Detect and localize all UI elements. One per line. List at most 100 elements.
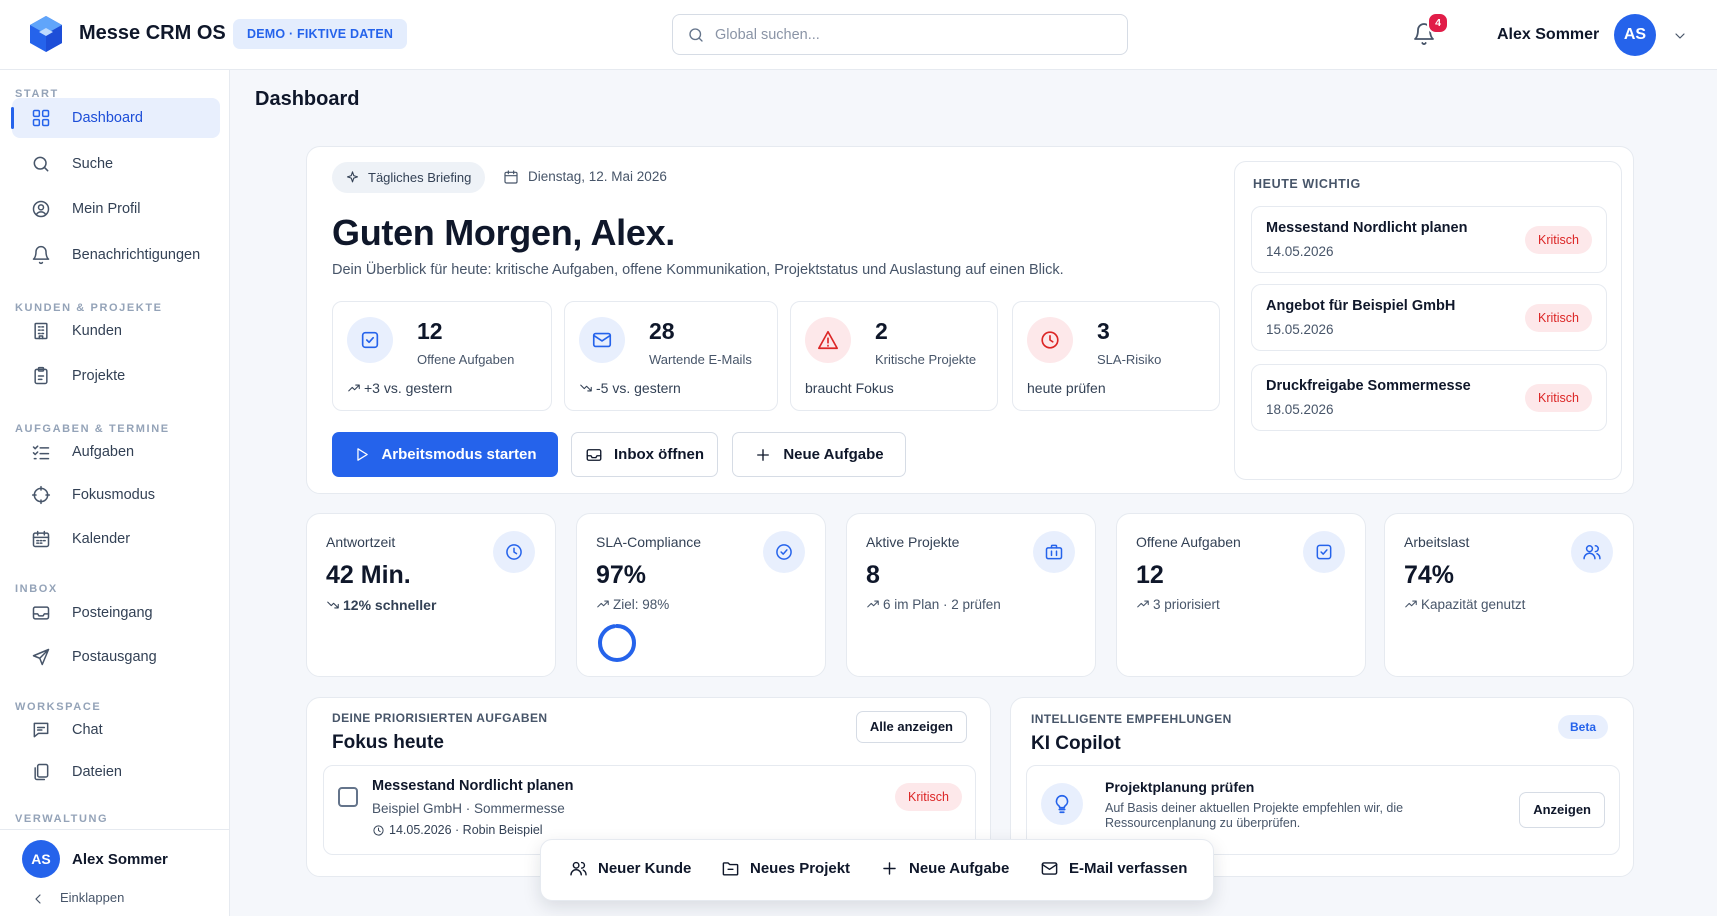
important-item-title: Angebot für Beispiel GmbH (1266, 298, 1456, 314)
sidebar-item-label: Posteingang (72, 605, 153, 621)
trend-down-icon (580, 384, 592, 392)
button-label: Neue Aufgabe (783, 446, 884, 463)
panel-heading: INTELLIGENTE EMPFEHLUNGEN (1031, 712, 1232, 726)
sidebar-item-inbox[interactable]: Posteingang (12, 593, 220, 633)
task-meta-text: 14.05.2026 · Robin Beispiel (389, 823, 543, 837)
sidebar-item-customers[interactable]: Kunden (12, 311, 220, 351)
sidebar-item-focus-mode[interactable]: Fokusmodus (12, 475, 220, 515)
new-task-quick-button[interactable]: Neue Aufgabe (880, 859, 1009, 878)
metric-response-time[interactable]: Antwortzeit 42 Min. 12% schneller (306, 513, 556, 677)
metric-footer: Kapazität genutzt (1404, 597, 1525, 612)
stat-label: SLA-Risiko (1097, 352, 1162, 367)
sidebar-item-label: Mein Profil (72, 201, 141, 217)
metric-workload[interactable]: Arbeitslast 74% Kapazität genutzt (1384, 513, 1634, 677)
search-input[interactable] (715, 15, 1115, 54)
start-work-mode-button[interactable]: Arbeitsmodus starten (332, 432, 558, 477)
sidebar-item-profile[interactable]: Mein Profil (12, 189, 220, 229)
daily-briefing-chip: Tägliches Briefing (332, 162, 486, 193)
sidebar-item-tasks[interactable]: Aufgaben (12, 432, 220, 472)
open-inbox-button[interactable]: Inbox öffnen (571, 432, 718, 477)
user-avatar[interactable]: AS (1614, 14, 1656, 56)
clock-icon (373, 825, 384, 836)
new-customer-button[interactable]: Neuer Kunde (569, 859, 691, 878)
sidebar-item-label: Fokusmodus (72, 487, 156, 503)
sidebar-item-projects[interactable]: Projekte (12, 356, 220, 396)
important-item-date: 14.05.2026 (1266, 244, 1334, 259)
new-project-button[interactable]: Neues Projekt (721, 859, 850, 878)
stat-value: 2 (875, 318, 888, 344)
bell-icon (32, 245, 50, 265)
sidebar-user-name[interactable]: Alex Sommer (72, 851, 168, 868)
stat-value: 28 (649, 318, 675, 344)
quick-action-label: Neuer Kunde (598, 860, 692, 877)
stat-waiting-emails[interactable]: 28 Wartende E-Mails -5 vs. gestern (564, 301, 778, 411)
show-recommendation-button[interactable]: Anzeigen (1519, 792, 1605, 828)
panel-title: Fokus heute (332, 732, 444, 753)
target-icon (31, 485, 51, 505)
checkbox-icon (347, 317, 393, 363)
trend-up-icon (597, 600, 609, 608)
list-check-icon (32, 445, 50, 460)
folder-icon (722, 862, 739, 876)
metric-footer-text: Kapazität genutzt (1421, 597, 1526, 612)
date-text: Dienstag, 12. Mai 2026 (528, 169, 667, 184)
metric-footer-text: 3 priorisiert (1153, 597, 1220, 612)
stat-sla-risk[interactable]: 3 SLA-Risiko heute prüfen (1012, 301, 1220, 411)
metric-footer-text: Ziel: 98% (613, 597, 670, 612)
metric-value: 97% (596, 561, 647, 589)
metric-open-tasks[interactable]: Offene Aufgaben 12 3 priorisiert (1116, 513, 1366, 677)
metric-footer: Ziel: 98% (596, 597, 669, 612)
new-task-button[interactable]: Neue Aufgabe (732, 432, 906, 477)
stat-footer-text: heute prüfen (1027, 380, 1106, 396)
sidebar-item-calendar[interactable]: Kalender (12, 519, 220, 559)
sparkle-icon (346, 171, 359, 183)
sidebar-item-dashboard[interactable]: Dashboard (11, 98, 220, 138)
sidebar-item-search[interactable]: Suche (12, 144, 220, 184)
plus-icon (757, 448, 770, 461)
greeting-heading: Guten Morgen, Alex. (332, 212, 675, 253)
page-title: Dashboard (255, 88, 360, 110)
important-item[interactable]: Angebot für Beispiel GmbH 15.05.2026 Kri… (1251, 284, 1607, 351)
metric-sla-compliance[interactable]: SLA-Compliance 97% Ziel: 98% (576, 513, 826, 677)
recommendation-title: Projektplanung prüfen (1105, 779, 1255, 795)
trend-up-icon (867, 600, 879, 608)
important-item[interactable]: Messestand Nordlicht planen 14.05.2026 K… (1251, 206, 1607, 273)
chevron-down-icon[interactable] (1672, 28, 1688, 44)
show-all-button[interactable]: Alle anzeigen (855, 711, 967, 743)
important-item-date: 15.05.2026 (1266, 322, 1334, 337)
quick-action-label: Neue Aufgabe (909, 860, 1010, 877)
app-logo-icon[interactable] (26, 14, 66, 54)
metric-active-projects[interactable]: Aktive Projekte 8 6 im Plan · 2 prüfen (846, 513, 1096, 677)
important-item-date: 18.05.2026 (1266, 402, 1334, 417)
play-icon (357, 448, 369, 461)
metric-title: Antwortzeit (326, 534, 396, 550)
sidebar-item-chat[interactable]: Chat (12, 710, 220, 750)
important-today-panel: HEUTE WICHTIG Messestand Nordlicht plane… (1234, 161, 1622, 480)
metric-footer: 12% schneller (326, 597, 436, 613)
stat-open-tasks[interactable]: 12 Offene Aufgaben +3 vs. gestern (332, 301, 552, 411)
sidebar-item-label: Projekte (72, 368, 126, 384)
compose-email-button[interactable]: E-Mail verfassen (1040, 859, 1187, 878)
notification-count-badge: 4 (1427, 12, 1449, 34)
briefcase-icon (1033, 531, 1075, 573)
header-user-name[interactable]: Alex Sommer (1497, 26, 1599, 44)
global-search[interactable] (672, 14, 1128, 55)
metric-footer: 3 priorisiert (1136, 597, 1220, 612)
metric-title: SLA-Compliance (596, 534, 702, 550)
sidebar-item-label: Dateien (72, 764, 122, 780)
task-checkbox[interactable] (338, 787, 358, 807)
sidebar-item-label: Postausgang (72, 649, 157, 665)
important-item[interactable]: Druckfreigabe Sommermesse 18.05.2026 Kri… (1251, 364, 1607, 431)
sla-progress-arc (598, 624, 636, 662)
stat-critical-projects[interactable]: 2 Kritische Projekte braucht Fokus (790, 301, 998, 411)
sidebar-item-label: Aufgaben (72, 444, 135, 460)
sidebar-item-files[interactable]: Dateien (12, 752, 220, 792)
avatar[interactable]: AS (22, 840, 60, 878)
critical-badge: Kritisch (895, 783, 962, 811)
sidebar-item-notifications[interactable]: Benachrichtigungen (12, 235, 220, 275)
trend-up-icon (1405, 600, 1417, 608)
stat-label: Kritische Projekte (875, 352, 977, 367)
trend-up-icon (1137, 600, 1149, 608)
sla-progress-ring (598, 624, 636, 662)
sidebar-item-outbox[interactable]: Postausgang (12, 637, 220, 677)
